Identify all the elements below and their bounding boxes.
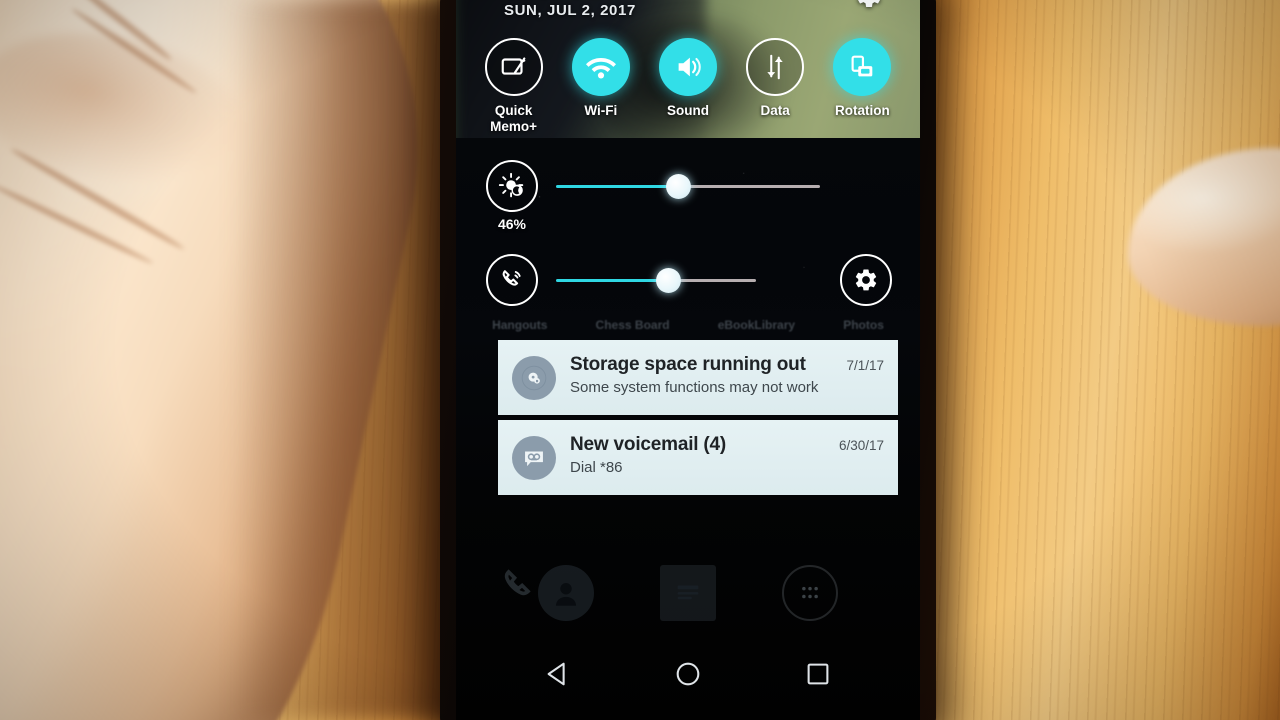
notification-title: New voicemail (4) (570, 434, 727, 455)
notification-list: Storage space running out 7/1/17 Some sy… (498, 340, 898, 495)
toggle-label: Rotation (834, 103, 890, 118)
recents-square-icon[interactable] (801, 657, 835, 691)
wifi-icon (571, 38, 630, 96)
gear-icon[interactable] (854, 0, 884, 10)
brightness-slider-thumb[interactable] (666, 173, 691, 199)
notification-item[interactable]: Storage space running out 7/1/17 Some sy… (498, 340, 898, 415)
notification-item[interactable]: New voicemail (4) 6/30/17 Dial *86 (498, 420, 898, 495)
app-label: Photos (843, 318, 884, 332)
app-label: eBookLibrary (717, 318, 796, 332)
quick-memo-icon (484, 38, 543, 96)
toggle-data[interactable]: Data (736, 38, 814, 135)
volume-slider-track[interactable] (556, 267, 756, 293)
hand-shadow (230, 0, 475, 720)
wooden-table-right (922, 0, 1280, 720)
toggle-label: Data (760, 103, 790, 118)
brightness-percent-label: 46% (497, 216, 527, 232)
navigation-bar (456, 646, 920, 702)
toggle-label: Quick Memo+ (490, 103, 538, 134)
notification-subtitle: Some system functions may not work (570, 379, 819, 396)
notification-date: 6/30/17 (838, 438, 884, 453)
sound-settings-gear-icon[interactable] (840, 254, 892, 306)
app-label: Hangouts (492, 318, 548, 332)
speaker-icon (658, 38, 717, 96)
home-dock (456, 550, 920, 636)
brightness-auto-icon[interactable] (486, 160, 538, 212)
voicemail-icon (512, 436, 556, 480)
notification-subtitle: Dial *86 (570, 459, 623, 476)
notification-title: Storage space running out (570, 354, 806, 375)
storage-disk-icon (512, 356, 556, 400)
phone-screen: 7:47 AM SUN, JUL 2, 2017 (456, 0, 920, 720)
toggle-quick-memo[interactable]: Quick Memo+ (475, 38, 553, 135)
data-sync-arrows-icon (746, 38, 805, 96)
app-label: Chess Board (595, 318, 670, 332)
smartphone-device: 7:47 AM SUN, JUL 2, 2017 (440, 0, 936, 720)
notification-date: 7/1/17 (846, 358, 884, 373)
toggle-rotation[interactable]: Rotation (823, 38, 901, 135)
toggle-label: Sound (666, 103, 709, 118)
ringer-volume-icon[interactable] (486, 254, 538, 306)
volume-slider-row (456, 254, 920, 306)
contacts-icon[interactable] (538, 565, 594, 621)
app-drawer-icon[interactable] (782, 565, 838, 621)
camera-photo-scene: 7:47 AM SUN, JUL 2, 2017 (0, 0, 1280, 720)
brightness-slider-row: 46% (456, 160, 920, 232)
brightness-slider-track[interactable] (556, 173, 820, 199)
volume-slider-thumb[interactable] (656, 267, 681, 293)
quick-toggle-row: Quick Memo+ Wi-Fi Sound Data Rotation (456, 38, 920, 135)
home-app-label-row: Hangouts Chess Board eBookLibrary Photos (456, 318, 920, 332)
status-date: SUN, JUL 2, 2017 (504, 2, 636, 19)
back-triangle-icon[interactable] (541, 657, 575, 691)
toggle-wifi[interactable]: Wi-Fi (562, 38, 640, 135)
toggle-label: Wi-Fi (584, 103, 618, 118)
messaging-icon[interactable] (660, 565, 716, 621)
screen-rotation-icon (833, 38, 892, 96)
home-circle-icon[interactable] (671, 657, 705, 691)
toggle-sound[interactable]: Sound (649, 38, 727, 135)
